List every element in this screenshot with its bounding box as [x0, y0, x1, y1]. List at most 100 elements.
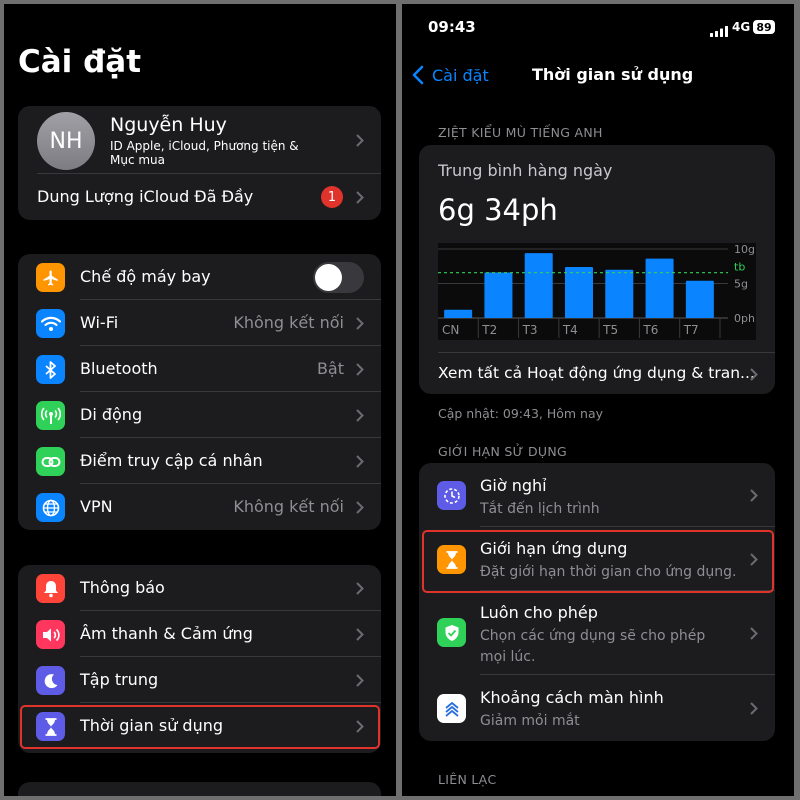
updated-text: Cập nhật: 09:43, Hôm nay — [438, 406, 604, 421]
chevron-right-icon — [356, 134, 364, 147]
speaker-icon — [36, 620, 65, 649]
bluetooth-label: Bluetooth — [80, 359, 158, 378]
chevrons-up-icon — [437, 694, 466, 723]
wifi-label: Wi-Fi — [80, 313, 119, 332]
next-group — [18, 782, 381, 796]
usage-bar-chart: CN T2 T3 T4 T5 T6 T7 10g 5g 0ph tb — [438, 243, 755, 338]
x-tick-label: T4 — [562, 323, 578, 337]
chevron-left-icon — [412, 65, 424, 85]
x-tick-label: T7 — [683, 323, 699, 337]
airplane-mode-row: Chế độ máy bay — [18, 254, 381, 300]
bluetooth-icon — [36, 355, 65, 384]
badge-count: 1 — [327, 189, 337, 205]
chevron-right-icon — [356, 409, 364, 422]
connectivity-group: Chế độ máy bay Wi-Fi Không kết nối Bluet… — [18, 254, 381, 530]
section-user-label: ZIỆT KIỂU MÙ TIẾNG ANH — [438, 125, 603, 140]
highlight-box — [20, 705, 380, 749]
sounds-row[interactable]: Âm thanh & Cảm ứng — [18, 611, 381, 657]
notifications-row[interactable]: Thông báo — [18, 565, 381, 611]
chevron-right-icon — [750, 368, 758, 381]
profile-group: NH Nguyễn Huy ID Apple, iCloud, Phương t… — [18, 106, 381, 220]
profile-name: Nguyễn Huy — [110, 114, 227, 136]
usage-bar — [645, 258, 674, 318]
status-time: 09:43 — [428, 18, 476, 36]
downtime-icon — [437, 481, 466, 510]
nav-title: Thời gian sử dụng — [532, 65, 694, 84]
hotspot-icon — [36, 447, 65, 476]
section-communication-label: LIÊN LẠC — [438, 772, 497, 787]
usage-bar — [444, 309, 473, 318]
vpn-label: VPN — [80, 497, 113, 516]
airplane-mode-label: Chế độ máy bay — [80, 267, 211, 286]
usage-chart: CN T2 T3 T4 T5 T6 T7 10g 5g 0ph tb — [438, 243, 756, 340]
battery-level: 89 — [756, 20, 772, 34]
moon-icon — [36, 666, 65, 695]
avatar: NH — [37, 112, 95, 170]
chevron-right-icon — [356, 455, 364, 468]
wifi-icon — [36, 309, 65, 338]
chevron-right-icon — [356, 501, 364, 514]
network-type: 4G — [732, 20, 751, 34]
airplane-mode-toggle[interactable] — [313, 262, 364, 293]
x-tick-label: T6 — [642, 323, 658, 337]
usage-bar — [685, 280, 714, 318]
vpn-globe-icon — [36, 493, 65, 522]
x-tick-label: CN — [442, 323, 459, 337]
sounds-label: Âm thanh & Cảm ứng — [80, 624, 253, 643]
section-limits-label: GIỚI HẠN SỬ DỤNG — [438, 444, 567, 459]
usage-chart-card: Trung bình hàng ngày 6g 34ph CN T2 T3 T4 T5 T… — [419, 145, 775, 394]
icloud-full-label: Dung Lượng iCloud Đã Đầy — [37, 187, 254, 206]
chevron-right-icon — [356, 363, 364, 376]
back-label: Cài đặt — [432, 65, 489, 85]
focus-row[interactable]: Tập trung — [18, 657, 381, 703]
wifi-value: Không kết nối — [233, 313, 344, 332]
usage-bar — [524, 253, 553, 318]
bluetooth-row[interactable]: Bluetooth Bật — [18, 346, 381, 392]
highlight-box — [422, 530, 774, 593]
notification-badge: 1 — [321, 186, 343, 208]
hotspot-label: Điểm truy cập cá nhân — [80, 451, 263, 470]
signal-icon — [710, 22, 728, 37]
usage-bar — [605, 269, 634, 318]
wifi-row[interactable]: Wi-Fi Không kết nối — [18, 300, 381, 346]
cellular-icon — [36, 401, 65, 430]
screen-distance-row[interactable]: Khoảng cách màn hình Giảm mỏi mắt — [419, 675, 775, 741]
back-button[interactable]: Cài đặt — [412, 62, 489, 88]
downtime-subtitle: Tắt đến lịch trình — [480, 501, 600, 517]
hotspot-row[interactable]: Điểm truy cập cá nhân — [18, 438, 381, 484]
x-tick-label: T3 — [522, 323, 538, 337]
focus-label: Tập trung — [80, 670, 159, 689]
always-allowed-title: Luôn cho phép — [480, 603, 598, 622]
always-allowed-subtitle: Chọn các ứng dụng sẽ cho phép mọi lúc. — [480, 628, 706, 665]
x-tick-label: T2 — [481, 323, 497, 337]
profile-subtitle: ID Apple, iCloud, Phương tiện & Mục mua — [110, 139, 299, 167]
notifications-label: Thông báo — [80, 578, 165, 597]
daily-average-value: 6g 34ph — [438, 193, 558, 227]
y-tick-label: 10g — [734, 243, 755, 256]
downtime-row[interactable]: Giờ nghỉ Tắt đến lịch trình — [419, 463, 775, 527]
screen-distance-subtitle: Giảm mỏi mắt — [480, 713, 580, 729]
bell-icon — [36, 574, 65, 603]
vpn-value: Không kết nối — [233, 497, 344, 516]
profile-row[interactable]: NH Nguyễn Huy ID Apple, iCloud, Phương t… — [18, 106, 381, 174]
airplane-icon — [36, 263, 65, 292]
bluetooth-value: Bật — [316, 359, 344, 378]
screen-time-screen: 09:43 4G 89 Cài đặt Thời gian sử dụng ZI… — [402, 4, 794, 796]
chevron-right-icon — [750, 702, 758, 715]
chevron-right-icon — [750, 627, 758, 640]
y-tick-label: 5g — [734, 278, 748, 291]
usage-bar — [484, 272, 513, 318]
always-allowed-row[interactable]: Luôn cho phép Chọn các ứng dụng sẽ cho p… — [419, 591, 775, 675]
cellular-row[interactable]: Di động — [18, 392, 381, 438]
see-all-activity-row[interactable]: Xem tất cả Hoạt động ứng dụng & tran... — [419, 353, 775, 394]
checkmark-shield-icon — [437, 618, 466, 647]
screen-distance-title: Khoảng cách màn hình — [480, 688, 664, 707]
usage-limits-card: Giờ nghỉ Tắt đến lịch trình Giới hạn ứng… — [419, 463, 775, 741]
vpn-row[interactable]: VPN Không kết nối — [18, 484, 381, 530]
x-tick-label: T5 — [602, 323, 618, 337]
avatar-initials: NH — [49, 128, 83, 154]
chevron-right-icon — [356, 674, 364, 687]
chevron-right-icon — [356, 191, 364, 204]
see-all-activity-label: Xem tất cả Hoạt động ứng dụng & tran... — [438, 364, 755, 382]
icloud-full-row[interactable]: Dung Lượng iCloud Đã Đầy 1 — [18, 174, 381, 220]
